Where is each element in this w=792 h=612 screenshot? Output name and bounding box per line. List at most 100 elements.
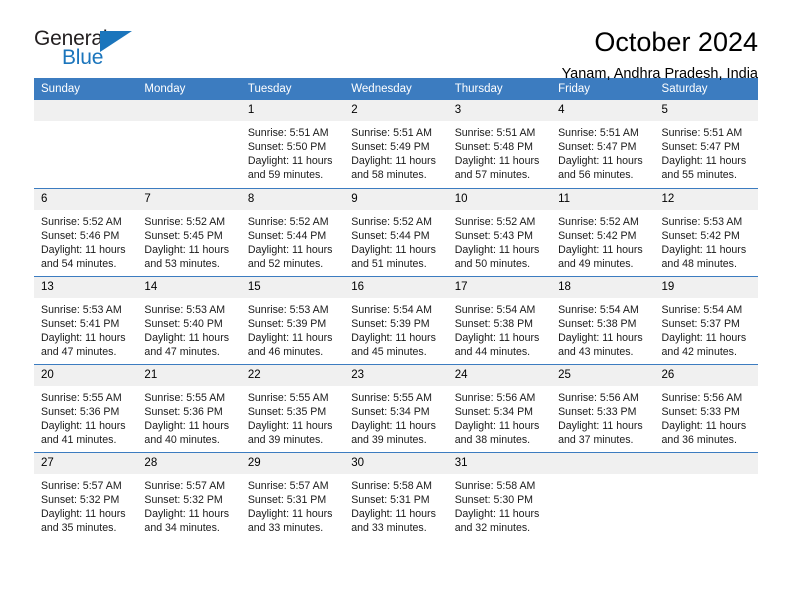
sunrise-time: Sunrise: 5:52 AM — [144, 215, 226, 228]
day-details: Sunrise: 5:56 AM Sunset: 5:33 PM Daylight:… — [655, 386, 758, 447]
calendar-day-cell[interactable]: 9 Sunrise: 5:52 AM Sunset: 5:44 PM Daylight… — [344, 187, 448, 276]
calendar-day-cell[interactable]: 8 Sunrise: 5:52 AM Sunset: 5:44 PM Daylight… — [240, 187, 345, 276]
calendar-day-cell[interactable]: 11 Sunrise: 5:52 AM Sunset: 5:42 PM Dayligh… — [551, 187, 655, 276]
sunset-time: Sunset: 5:45 PM — [144, 229, 223, 242]
calendar-day-cell[interactable]: 21 Sunrise: 5:55 AM Sunset: 5:36 PM Dayligh… — [137, 363, 241, 452]
day-number: 14 — [137, 276, 241, 298]
calendar-day-cell[interactable]: 20 Sunrise: 5:55 AM Sunset: 5:36 PM Dayligh… — [34, 363, 138, 452]
day-details: Sunrise: 5:53 AM Sunset: 5:39 PM Daylight:… — [241, 298, 344, 359]
day-details: Sunrise: 5:56 AM Sunset: 5:34 PM Daylight:… — [448, 386, 551, 447]
calendar-day-cell[interactable]: 24 Sunrise: 5:56 AM Sunset: 5:34 PM Dayligh… — [447, 363, 552, 452]
calendar-day-cell[interactable]: 5 Sunrise: 5:51 AM Sunset: 5:47 PM Daylight… — [654, 100, 758, 188]
daylight-duration-line1: Daylight: 11 hours — [454, 155, 540, 168]
sunrise-time: Sunrise: 5:58 AM — [454, 479, 536, 492]
calendar-day-cell[interactable]: 25 Sunrise: 5:56 AM Sunset: 5:33 PM Dayligh… — [551, 363, 655, 452]
calendar-day-cell[interactable]: 23 Sunrise: 5:55 AM Sunset: 5:34 PM Dayligh… — [344, 363, 448, 452]
daylight-duration-line1: Daylight: 11 hours — [661, 155, 747, 168]
daylight-duration-line2: and 39 minutes. — [247, 433, 324, 446]
day-number: 8 — [240, 188, 345, 210]
day-details: Sunrise: 5:53 AM Sunset: 5:41 PM Daylight:… — [34, 298, 137, 359]
calendar-cell-empty — [654, 451, 758, 541]
calendar-day-cell[interactable]: 31 Sunrise: 5:58 AM Sunset: 5:30 PM Dayligh… — [447, 451, 552, 541]
sunrise-time: Sunrise: 5:54 AM — [351, 303, 432, 316]
day-details: Sunrise: 5:53 AM Sunset: 5:42 PM Daylight:… — [655, 210, 758, 271]
calendar-cell-empty — [137, 100, 241, 188]
day-details: Sunrise: 5:57 AM Sunset: 5:32 PM Daylight:… — [137, 474, 240, 535]
calendar-day-cell[interactable]: 3 Sunrise: 5:51 AM Sunset: 5:48 PM Daylight… — [447, 100, 552, 188]
calendar-day-cell[interactable]: 26 Sunrise: 5:56 AM Sunset: 5:33 PM Dayligh… — [654, 363, 758, 452]
sunset-time: Sunset: 5:31 PM — [351, 493, 430, 506]
sunset-time: Sunset: 5:31 PM — [247, 493, 327, 506]
day-number — [654, 452, 758, 474]
sunset-time: Sunset: 5:37 PM — [661, 317, 740, 330]
calendar-day-cell[interactable]: 16 Sunrise: 5:54 AM Sunset: 5:39 PM Dayligh… — [344, 275, 448, 364]
day-number — [551, 452, 655, 474]
daylight-duration-line1: Daylight: 11 hours — [351, 155, 436, 168]
daylight-duration-line1: Daylight: 11 hours — [558, 331, 643, 344]
day-cell-inner: 31 Sunrise: 5:58 AM Sunset: 5:30 PM Dayligh… — [447, 452, 552, 541]
day-cell-inner: 26 Sunrise: 5:56 AM Sunset: 5:33 PM Dayligh… — [654, 364, 758, 452]
day-cell-inner — [137, 100, 241, 188]
general-blue-logo[interactable]: General Blue — [34, 26, 152, 74]
day-details: Sunrise: 5:51 AM Sunset: 5:47 PM Daylight:… — [551, 121, 654, 182]
calendar-day-cell[interactable]: 18 Sunrise: 5:54 AM Sunset: 5:38 PM Dayligh… — [551, 275, 655, 364]
calendar-day-cell[interactable]: 22 Sunrise: 5:55 AM Sunset: 5:35 PM Dayligh… — [240, 363, 345, 452]
calendar-day-cell[interactable]: 7 Sunrise: 5:52 AM Sunset: 5:45 PM Daylight… — [137, 187, 241, 276]
day-cell-inner: 30 Sunrise: 5:58 AM Sunset: 5:31 PM Dayligh… — [344, 452, 448, 541]
sunrise-time: Sunrise: 5:52 AM — [41, 215, 122, 228]
sunset-time: Sunset: 5:32 PM — [41, 493, 120, 506]
daylight-duration-line1: Daylight: 11 hours — [247, 243, 333, 256]
day-details: Sunrise: 5:55 AM Sunset: 5:35 PM Daylight:… — [241, 386, 344, 447]
daylight-duration-line1: Daylight: 11 hours — [454, 419, 540, 432]
day-number: 24 — [447, 364, 552, 386]
calendar-day-cell[interactable]: 13 Sunrise: 5:53 AM Sunset: 5:41 PM Dayligh… — [34, 275, 138, 364]
day-number: 9 — [344, 188, 448, 210]
sunrise-time: Sunrise: 5:55 AM — [351, 391, 432, 404]
day-number: 23 — [344, 364, 448, 386]
calendar-day-cell[interactable]: 4 Sunrise: 5:51 AM Sunset: 5:47 PM Daylight… — [551, 100, 655, 188]
sunset-time: Sunset: 5:38 PM — [558, 317, 637, 330]
day-number: 16 — [344, 276, 448, 298]
day-details: Sunrise: 5:57 AM Sunset: 5:31 PM Daylight:… — [241, 474, 344, 535]
sunset-time: Sunset: 5:38 PM — [454, 317, 534, 330]
daylight-duration-line1: Daylight: 11 hours — [247, 507, 333, 520]
sunrise-time: Sunrise: 5:53 AM — [247, 303, 329, 316]
calendar-day-cell[interactable]: 28 Sunrise: 5:57 AM Sunset: 5:32 PM Dayligh… — [137, 451, 241, 540]
calendar-day-cell[interactable]: 29 Sunrise: 5:57 AM Sunset: 5:31 PM Dayligh… — [240, 451, 345, 540]
daylight-duration-line2: and 40 minutes. — [144, 433, 220, 446]
daylight-duration-line1: Daylight: 11 hours — [351, 507, 436, 520]
calendar-day-cell[interactable]: 15 Sunrise: 5:53 AM Sunset: 5:39 PM Dayligh… — [240, 275, 345, 364]
calendar-day-cell[interactable]: 27 Sunrise: 5:57 AM Sunset: 5:32 PM Dayligh… — [34, 451, 138, 540]
daylight-duration-line1: Daylight: 11 hours — [351, 419, 436, 432]
calendar-day-cell[interactable]: 1 Sunrise: 5:51 AM Sunset: 5:50 PM Daylight… — [240, 100, 345, 188]
sunrise-time: Sunrise: 5:53 AM — [144, 303, 226, 316]
calendar-day-cell[interactable]: 30 Sunrise: 5:58 AM Sunset: 5:31 PM Dayligh… — [344, 451, 448, 541]
daylight-duration-line2: and 51 minutes. — [351, 257, 427, 270]
page-subtitle: Yanam, Andhra Pradesh, India — [561, 66, 758, 82]
calendar-day-cell[interactable]: 17 Sunrise: 5:54 AM Sunset: 5:38 PM Dayligh… — [447, 275, 552, 364]
day-details: Sunrise: 5:51 AM Sunset: 5:50 PM Daylight:… — [241, 121, 344, 182]
day-details: Sunrise: 5:51 AM Sunset: 5:49 PM Daylight:… — [344, 121, 447, 182]
day-number: 18 — [551, 276, 655, 298]
day-cell-inner — [654, 452, 758, 541]
day-cell-inner: 14 Sunrise: 5:53 AM Sunset: 5:40 PM Dayligh… — [137, 276, 241, 364]
day-cell-inner: 10 Sunrise: 5:52 AM Sunset: 5:43 PM Dayligh… — [447, 188, 552, 276]
daylight-duration-line1: Daylight: 11 hours — [661, 419, 747, 432]
calendar-day-cell[interactable]: 10 Sunrise: 5:52 AM Sunset: 5:43 PM Dayligh… — [447, 187, 552, 276]
daylight-duration-line1: Daylight: 11 hours — [454, 331, 540, 344]
calendar-day-cell[interactable]: 2 Sunrise: 5:51 AM Sunset: 5:49 PM Daylight… — [344, 100, 448, 188]
calendar-day-cell[interactable]: 14 Sunrise: 5:53 AM Sunset: 5:40 PM Dayligh… — [137, 275, 241, 364]
daylight-duration-line1: Daylight: 11 hours — [351, 243, 436, 256]
day-cell-inner: 5 Sunrise: 5:51 AM Sunset: 5:47 PM Daylight… — [654, 100, 758, 188]
day-number: 13 — [34, 276, 138, 298]
day-number: 12 — [654, 188, 758, 210]
daylight-duration-line2: and 33 minutes. — [351, 521, 427, 534]
calendar-day-cell[interactable]: 12 Sunrise: 5:53 AM Sunset: 5:42 PM Dayligh… — [654, 187, 758, 276]
day-cell-inner: 22 Sunrise: 5:55 AM Sunset: 5:35 PM Dayligh… — [240, 364, 345, 452]
daylight-duration-line1: Daylight: 11 hours — [661, 243, 747, 256]
daylight-duration-line2: and 41 minutes. — [41, 433, 117, 446]
sunrise-time: Sunrise: 5:51 AM — [454, 127, 536, 139]
calendar-day-cell[interactable]: 6 Sunrise: 5:52 AM Sunset: 5:46 PM Daylight… — [34, 187, 138, 276]
day-details: Sunrise: 5:54 AM Sunset: 5:37 PM Daylight:… — [655, 298, 758, 359]
calendar-day-cell[interactable]: 19 Sunrise: 5:54 AM Sunset: 5:37 PM Dayligh… — [654, 275, 758, 364]
